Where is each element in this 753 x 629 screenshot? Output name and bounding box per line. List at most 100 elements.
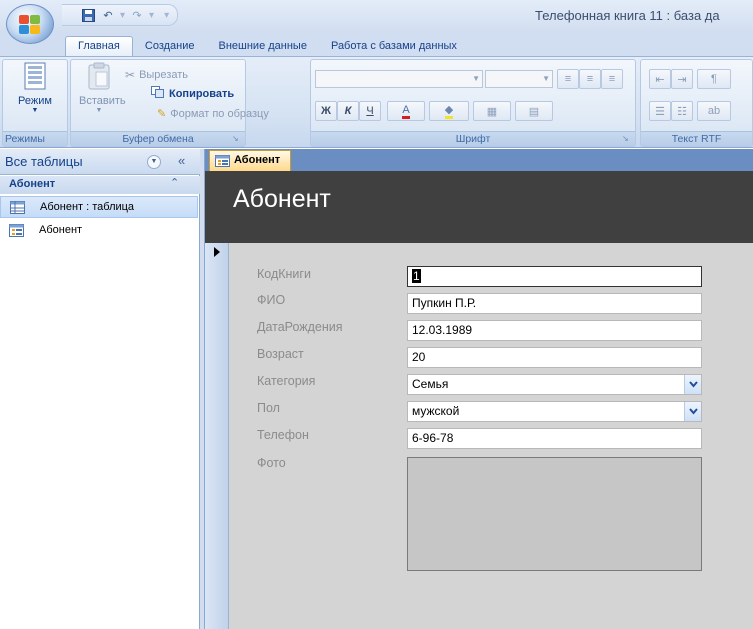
field-phone[interactable]: 6-96-78 [407,428,702,449]
copy-icon [151,86,165,101]
decrease-indent-icon: ⇤ [655,73,665,86]
font-color-button[interactable]: A [387,101,425,121]
numbering-button[interactable]: ☰ [649,101,671,121]
format-painter-label: Формат по образцу [170,107,269,120]
table-icon [10,201,25,214]
tab-create[interactable]: Создание [133,37,207,56]
redo-dropdown-icon[interactable]: ▾ [149,10,154,21]
form-detail: КодКниги 1 ФИО Пупкин П.Р. ДатаРождения … [230,243,753,629]
increase-indent-icon: ⇥ [677,73,687,86]
field-age[interactable]: 20 [407,347,702,368]
italic-button[interactable]: К [337,101,359,121]
copy-label: Копировать [169,87,235,100]
tab-database-tools[interactable]: Работа с базами данных [319,37,469,56]
view-mode-label: Режим [18,95,52,107]
nav-group-header[interactable]: Абонент ⌃ [0,176,200,194]
field-birthdate[interactable]: 12.03.1989 [407,320,702,341]
document-tab-label: Абонент [234,154,281,166]
field-category[interactable]: Семья [407,374,702,395]
save-icon[interactable] [80,7,96,23]
align-right-button[interactable]: ≡ [601,69,623,89]
form-icon [9,224,24,237]
undo-icon[interactable]: ↶ [100,7,116,23]
field-label-fio: ФИО [257,293,286,307]
undo-dropdown-icon[interactable]: ▾ [120,10,125,21]
highlight-icon: ab [707,105,721,117]
text-direction-button[interactable]: ¶ [697,69,731,89]
field-gender[interactable]: мужской [407,401,702,422]
font-size-dropdown-icon: ▼ [542,74,550,83]
align-center-icon: ≡ [586,73,594,85]
tab-external-data[interactable]: Внешние данные [207,37,319,56]
nav-menu-dropdown-icon[interactable]: ▼ [147,155,161,169]
nav-item-form[interactable]: Абонент [0,220,198,242]
window-title: Телефонная книга 11 : база да [535,8,720,23]
font-size-combo[interactable]: ▼ [485,70,553,88]
nav-item-form-label: Абонент [39,224,83,236]
font-name-combo[interactable]: ▼ [315,70,483,88]
clipboard-group-label: Буфер обмена [71,131,245,146]
field-label-birthdate: ДатаРождения [257,320,343,334]
align-left-button[interactable]: ≡ [557,69,579,89]
copy-button[interactable]: Копировать [151,86,234,101]
increase-indent-button[interactable]: ⇥ [671,69,693,89]
views-group: Режим ▼ Режимы [2,59,68,147]
field-kodknigi[interactable]: 1 [407,266,702,287]
gridlines-button[interactable]: ▦ [473,101,511,121]
format-painter-button[interactable]: ✎ Формат по образцу [157,107,269,121]
chevron-down-icon [689,408,698,415]
field-fio[interactable]: Пупкин П.Р. [407,293,702,314]
paintbrush-icon: ✎ [157,108,167,120]
customize-qat-icon[interactable]: ▾ [164,10,169,21]
record-selector[interactable] [205,243,229,629]
document-tab-strip: Абонент [205,149,753,171]
view-mode-button[interactable]: Режим ▼ [7,62,63,114]
chevron-up-icon[interactable]: ⌃ [170,176,179,189]
paste-dropdown-icon: ▼ [95,107,103,114]
form-icon [215,155,230,167]
alternate-fill-button[interactable]: ▤ [515,101,553,121]
nav-pane-title: Все таблицы [5,154,83,169]
office-logo-icon [19,15,41,35]
form-title: Абонент [233,185,331,213]
bold-button[interactable]: Ж [315,101,337,121]
paste-button[interactable]: Вставить ▼ [79,62,126,114]
chevron-down-icon [689,381,698,388]
fill-color-button[interactable]: ◆ [429,101,469,121]
redo-icon[interactable]: ↷ [129,7,145,23]
category-dropdown-button[interactable] [684,375,701,394]
cut-button[interactable]: ✂ Вырезать [125,68,188,82]
document-area: Абонент Абонент КодКниги 1 ФИО Пупкин П.… [205,149,753,629]
text-direction-icon: ¶ [711,73,717,85]
numbering-icon: ☰ [655,105,665,118]
office-button[interactable] [6,4,54,44]
field-photo[interactable] [407,457,702,571]
clipboard-launcher-icon[interactable]: ↘ [232,134,242,144]
view-mode-dropdown-icon: ▼ [31,107,39,114]
align-left-icon: ≡ [564,73,572,85]
font-color-icon: A [402,104,410,119]
datasheet-view-icon [22,62,48,93]
bullets-button[interactable]: ☷ [671,101,693,121]
nav-pane-header[interactable]: Все таблицы ▼ « [0,149,200,175]
form-header: Абонент [205,171,753,243]
font-name-dropdown-icon: ▼ [472,74,480,83]
highlight-button[interactable]: ab [697,101,731,121]
underline-button[interactable]: Ч [359,101,381,121]
decrease-indent-button[interactable]: ⇤ [649,69,671,89]
clipboard-group: Вставить ▼ ✂ Вырезать Копировать ✎ Форма… [70,59,269,147]
nav-item-table[interactable]: Абонент : таблица [0,196,198,218]
field-label-category: Категория [257,374,316,388]
alternate-fill-icon: ▤ [528,105,540,118]
font-launcher-icon[interactable]: ↘ [622,134,632,144]
document-tab-abonent[interactable]: Абонент [209,150,292,171]
font-group-label: Шрифт [311,131,635,146]
bullets-icon: ☷ [677,105,687,118]
collapse-pane-icon[interactable]: « [178,153,185,168]
current-record-arrow-icon [214,247,220,257]
gender-dropdown-button[interactable] [684,402,701,421]
tab-home[interactable]: Главная [65,36,133,56]
navigation-pane: Все таблицы ▼ « Абонент ⌃ Абонент : табл… [0,149,200,629]
ribbon-tabs: Главная Создание Внешние данные Работа с… [56,34,469,56]
align-center-button[interactable]: ≡ [579,69,601,89]
